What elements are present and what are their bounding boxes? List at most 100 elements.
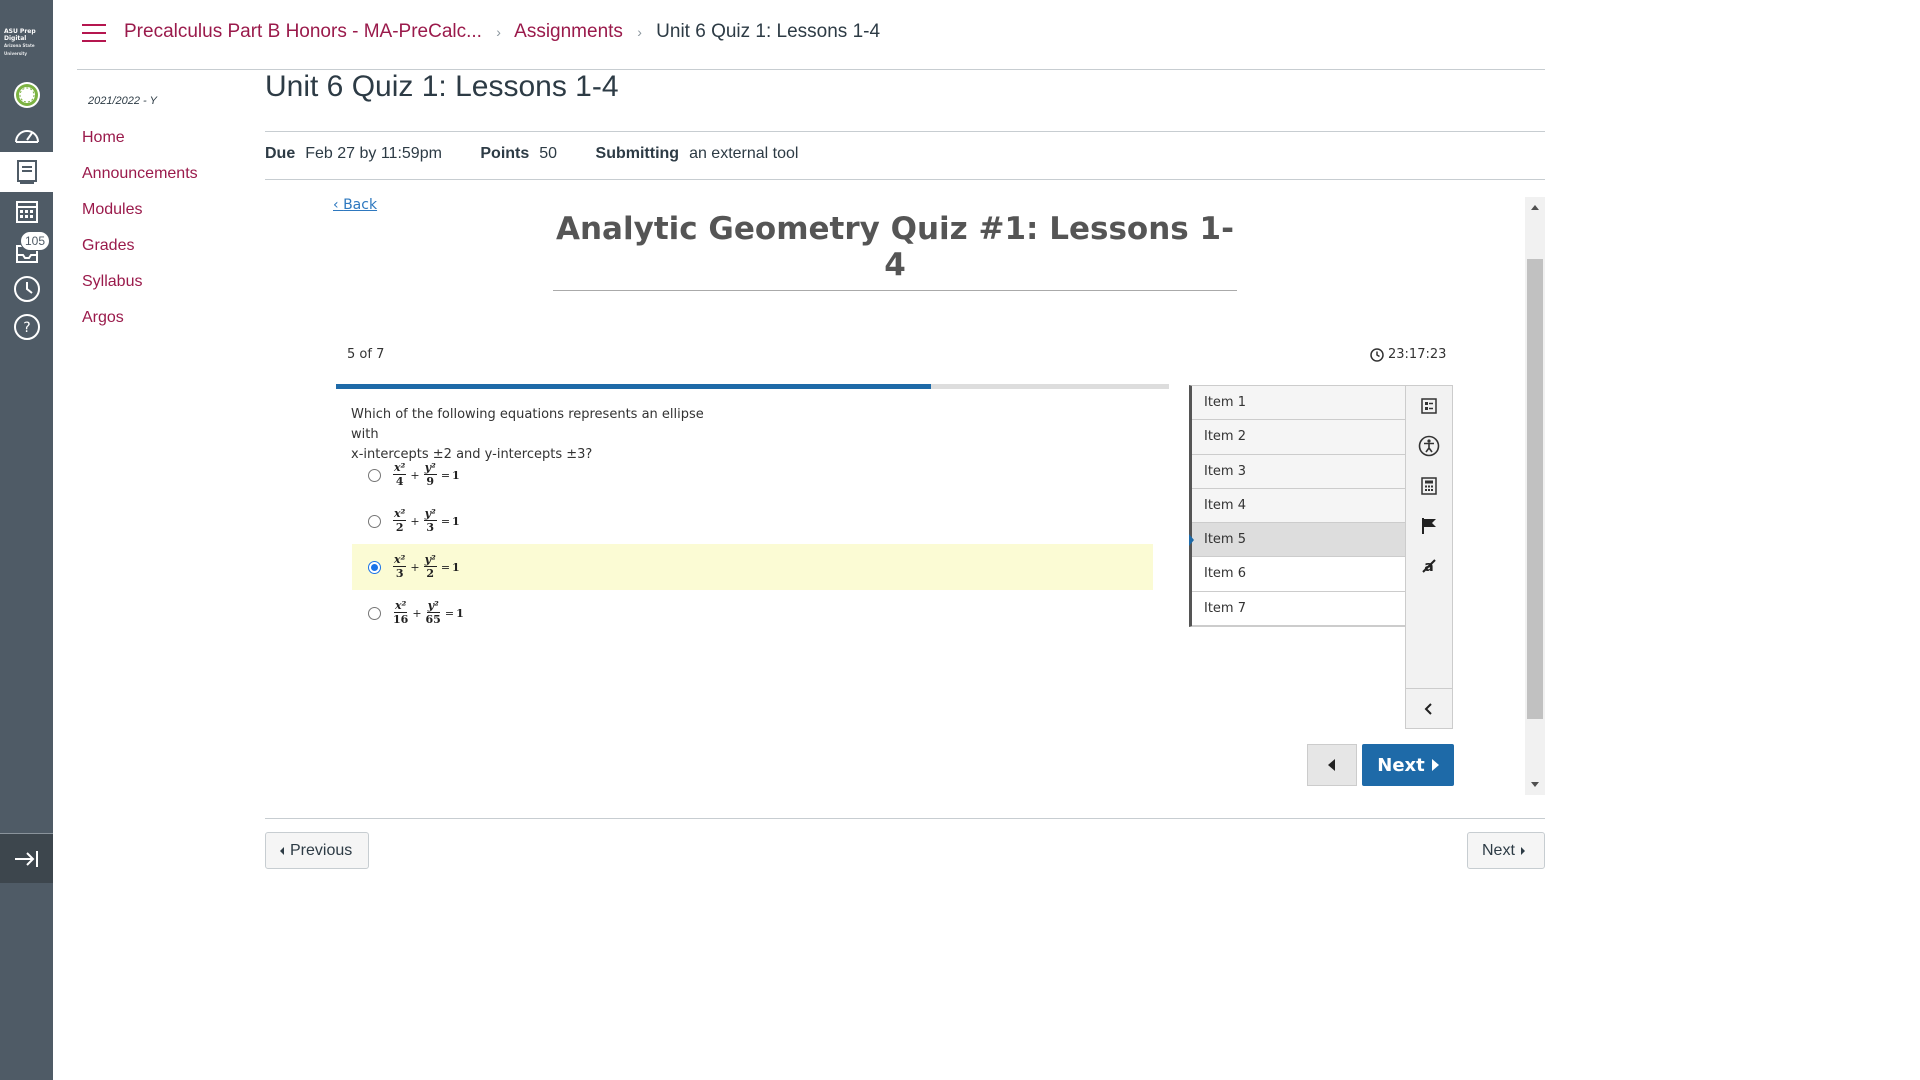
title-divider (553, 290, 1237, 291)
flag-icon[interactable] (1406, 506, 1452, 546)
inbox-badge: 105 (20, 231, 50, 251)
term2-numerator: y² (426, 599, 440, 613)
course-nav-modules[interactable]: Modules (82, 200, 198, 236)
scroll-down-icon[interactable] (1531, 782, 1539, 787)
collapse-nav-button[interactable] (0, 833, 53, 883)
answer-equation: x² 3 + y² 2 = 1 (393, 553, 460, 580)
back-label: Back (343, 197, 378, 213)
frame-scrollbar[interactable] (1525, 197, 1545, 795)
course-nav-home[interactable]: Home (82, 128, 198, 164)
next-question-button[interactable]: Next (1362, 744, 1454, 786)
module-next-button[interactable]: Next (1467, 832, 1545, 869)
clock-icon (1370, 347, 1384, 362)
panel-collapse-chevron-icon[interactable] (1406, 688, 1452, 728)
term1-denominator: 3 (395, 567, 404, 580)
term2-denominator: 3 (426, 521, 435, 534)
points-label: Points (480, 145, 530, 162)
previous-label: Previous (290, 841, 353, 859)
asu-prep-logo[interactable]: ASU Prep Digital Arizona State Universit… (4, 28, 50, 56)
course-nav-announcements[interactable]: Announcements (82, 164, 198, 200)
due-value: Feb 27 by 11:59pm (305, 145, 442, 162)
next-caret-icon (1520, 846, 1525, 855)
previous-question-button[interactable] (1307, 744, 1357, 786)
course-term: 2021/2022 - Y (88, 95, 157, 107)
term1-denominator: 4 (395, 475, 404, 488)
item-list-entry[interactable]: Item 6 (1192, 557, 1405, 592)
module-previous-button[interactable]: Previous (265, 832, 369, 869)
answer-radio[interactable] (368, 560, 381, 574)
back-chevron-icon: ‹ (333, 197, 344, 213)
logo-subtext: Arizona State University (4, 43, 35, 56)
submitting-label: Submitting (595, 145, 680, 162)
breadcrumb-current: Unit 6 Quiz 1: Lessons 1-4 (656, 21, 881, 42)
term1-numerator: x² (393, 553, 407, 567)
submitting-value: an external tool (689, 145, 799, 162)
breadcrumb-assignments[interactable]: Assignments (514, 21, 623, 42)
answer-equation: x² 16 + y² 65 = 1 (393, 599, 464, 626)
previous-caret-icon (280, 846, 284, 855)
course-nav-syllabus[interactable]: Syllabus (82, 272, 198, 308)
next-question-label: Next (1377, 754, 1425, 776)
dashboard-icon[interactable] (8, 115, 46, 153)
svg-text:?: ? (23, 320, 30, 336)
page-header: Precalculus Part B Honors - MA-PreCalc..… (77, 0, 1545, 70)
item-list-entry[interactable]: Item 7 (1192, 591, 1405, 627)
answer-option[interactable]: x² 16 + y² 65 = 1 (352, 590, 1153, 636)
answer-option[interactable]: x² 2 + y² 3 = 1 (352, 498, 1153, 544)
term2-denominator: 9 (426, 475, 435, 488)
answer-equation: x² 4 + y² 9 = 1 (393, 461, 460, 488)
term1-numerator: x² (393, 507, 407, 521)
quiz-progress-bar (336, 384, 1169, 389)
page-title: Unit 6 Quiz 1: Lessons 1-4 (265, 70, 619, 103)
term2-denominator: 65 (425, 613, 441, 626)
answer-equation: x² 2 + y² 3 = 1 (393, 507, 460, 534)
term1-numerator: x² (393, 599, 408, 613)
points-value: 50 (539, 145, 558, 162)
answer-radio[interactable] (368, 606, 381, 620)
help-icon[interactable]: ? (8, 308, 46, 346)
history-icon[interactable] (8, 270, 46, 308)
breadcrumb-course[interactable]: Precalculus Part B Honors - MA-PreCalc..… (124, 21, 482, 42)
answer-eliminator-icon[interactable]: a (1406, 546, 1452, 586)
logo-text: ASU Prep Digital (4, 28, 36, 42)
progress-fill (336, 384, 931, 389)
item-list-entry[interactable]: Item 4 (1192, 488, 1405, 524)
caret-left-icon (1328, 759, 1335, 771)
calculator-icon[interactable] (1406, 466, 1452, 506)
item-list-entry[interactable]: Item 3 (1192, 454, 1405, 489)
item-list-entry[interactable]: Item 1 (1192, 386, 1405, 421)
courses-icon[interactable] (0, 152, 53, 192)
item-list-entry[interactable]: Item 5 (1189, 523, 1405, 558)
question-line-1: Which of the following equations represe… (351, 407, 704, 442)
answer-radio[interactable] (368, 514, 381, 528)
item-list-entry[interactable]: Item 2 (1192, 420, 1405, 455)
breadcrumb-separator-icon: › (637, 24, 642, 40)
course-menu-toggle[interactable] (82, 24, 106, 44)
equation-rhs: 1 (456, 606, 464, 620)
module-footer: Previous Next (265, 818, 1545, 880)
breadcrumb-separator-icon: › (496, 24, 501, 40)
item-list: Item 1 Item 2 Item 3 Item 4 Item 5 Item 6 Item… (1189, 385, 1406, 627)
course-nav: Home Announcements Modules Grades Syllab… (82, 128, 198, 344)
item-list-toggle-icon[interactable] (1406, 386, 1452, 426)
caret-right-icon (1431, 759, 1439, 771)
accessibility-icon[interactable] (1406, 426, 1452, 466)
account-icon[interactable] (8, 76, 46, 114)
answer-radio[interactable] (368, 468, 381, 482)
global-nav: ASU Prep Digital Arizona State Universit… (0, 0, 53, 1080)
course-nav-argos[interactable]: Argos (82, 308, 198, 344)
next-label: Next (1482, 841, 1515, 859)
course-nav-grades[interactable]: Grades (82, 236, 198, 272)
calendar-icon[interactable] (8, 192, 46, 230)
equation-rhs: 1 (452, 514, 460, 528)
due-label: Due (265, 145, 296, 162)
scroll-thumb[interactable] (1527, 259, 1543, 719)
scroll-up-icon[interactable] (1531, 205, 1539, 210)
term1-denominator: 2 (395, 521, 404, 534)
answer-option[interactable]: x² 4 + y² 9 = 1 (352, 452, 1153, 498)
back-link[interactable]: ‹ Back (333, 197, 377, 213)
answer-option[interactable]: x² 3 + y² 2 = 1 (352, 544, 1153, 590)
quiz-tool-frame: ‹ Back Analytic Geometry Quiz #1: Lesson… (265, 197, 1545, 795)
term2-numerator: y² (423, 461, 437, 475)
equation-rhs: 1 (452, 560, 460, 574)
